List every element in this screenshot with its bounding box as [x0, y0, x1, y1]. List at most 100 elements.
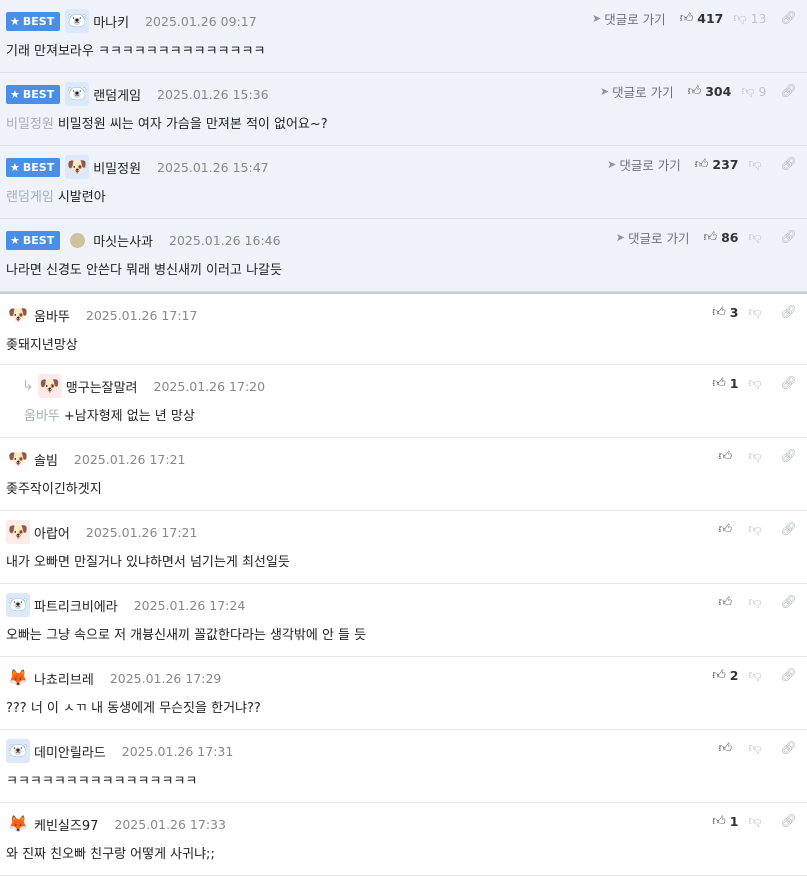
link-icon[interactable]: 🔗︎	[780, 11, 797, 26]
send-arrow-icon: ➤	[591, 11, 602, 25]
mention[interactable]: 움바뚜	[24, 409, 60, 424]
dislike-button[interactable]: 👎︎	[748, 305, 766, 320]
comment-text: ??? 너 이 ㅅㄲ 내 동생에게 무슨짓을 한거냐??	[6, 701, 261, 716]
like-button[interactable]: 👍︎ 237	[695, 157, 739, 172]
like-button[interactable]: 👍︎ 304	[688, 84, 732, 99]
nickname[interactable]: 움바뚜	[34, 306, 70, 325]
avatar[interactable]: 🐶	[37, 374, 62, 398]
nickname[interactable]: 맹구는잘말려	[66, 377, 138, 396]
comment-item: 🐶 솔빔 2025.01.26 17:21 👍︎ 👎︎ 🔗︎ 좆주작이긴하겟지	[0, 438, 807, 511]
dislike-button[interactable]: 👎︎	[748, 595, 766, 610]
avatar[interactable]: 🐻‍❄️	[6, 593, 30, 617]
link-icon[interactable]: 🔗︎	[780, 157, 797, 172]
link-icon[interactable]: 🔗︎	[780, 522, 797, 537]
thumbs-down-icon: 👎︎	[741, 83, 755, 99]
like-count: 1	[729, 375, 739, 391]
avatar[interactable]	[65, 228, 89, 252]
timestamp: 2025.01.26 09:17	[145, 13, 257, 29]
dislike-count: 13	[750, 10, 767, 26]
dislike-button[interactable]: 👎︎	[748, 741, 766, 756]
like-button[interactable]: 👍︎ 3	[712, 305, 738, 320]
thumbs-up-icon: 👍︎	[718, 594, 733, 610]
dislike-button[interactable]: 👎︎ 9	[741, 84, 766, 99]
nickname[interactable]: 비밀정원	[93, 158, 141, 177]
link-icon[interactable]: 🔗︎	[780, 814, 797, 829]
link-icon[interactable]: 🔗︎	[780, 449, 797, 464]
dislike-button[interactable]: 👎︎	[748, 814, 766, 829]
comment-actions: 👍︎ 👎︎ 🔗︎	[718, 446, 797, 466]
comment-actions: 👍︎ 👎︎ 🔗︎	[718, 519, 797, 539]
like-button[interactable]: 👍︎	[718, 449, 738, 464]
mention[interactable]: 랜덤게임	[6, 190, 54, 205]
nickname[interactable]: 파트리크비에라	[34, 596, 118, 615]
dislike-button[interactable]: 👎︎ 13	[733, 11, 766, 26]
thumbs-up-icon: 👍︎	[679, 10, 694, 26]
goto-comment-button[interactable]: ➤ 댓글로 가기	[607, 155, 681, 174]
thumbs-up-icon: 👍︎	[712, 304, 726, 320]
comment-body: ㅋㅋㅋㅋㅋㅋㅋㅋㅋㅋㅋㅋㅋㅋㅋㅋ	[6, 770, 197, 789]
nickname[interactable]: 아랍어	[34, 523, 70, 542]
comment-actions: 👍︎ 3 👎︎ 🔗︎	[712, 302, 797, 322]
nickname[interactable]: 마싯는사과	[93, 231, 153, 250]
comment-item: ★ BEST 🐻‍❄️ 랜덤게임 2025.01.26 15:36 ➤ 댓글로 가기…	[0, 73, 807, 146]
send-arrow-icon: ➤	[599, 84, 610, 98]
like-button[interactable]: 👍︎	[718, 741, 738, 756]
comment-body: 나라면 신경도 안쓴다 뭐래 병신새끼 이러고 나갈듯	[6, 259, 282, 278]
avatar[interactable]: 🦊	[6, 812, 30, 836]
thumbs-down-icon: 👎︎	[748, 594, 762, 610]
comment-item: ↳ 🐶 맹구는잘말려 2025.01.26 17:20 👍︎ 1 👎︎ 🔗︎ 움바…	[0, 365, 807, 438]
mention[interactable]: 비밀정원	[6, 117, 54, 132]
reply-arrow-icon: ↳	[22, 378, 34, 394]
avatar[interactable]: 🐻‍❄️	[65, 82, 90, 106]
avatar[interactable]: 🐻‍❄️	[65, 9, 90, 33]
comment-actions: ➤ 댓글로 가기 👍︎ 304 👎︎ 9 🔗︎	[600, 81, 797, 101]
comment-item: 🐶 아랍어 2025.01.26 17:21 👍︎ 👎︎ 🔗︎ 내가 오빠면 만…	[0, 511, 807, 584]
avatar[interactable]: 🐶	[65, 155, 90, 179]
dislike-button[interactable]: 👎︎	[748, 230, 766, 245]
dislike-button[interactable]: 👎︎	[748, 668, 766, 683]
dislike-button[interactable]: 👎︎	[748, 376, 766, 391]
link-icon[interactable]: 🔗︎	[780, 741, 797, 756]
link-icon[interactable]: 🔗︎	[780, 376, 797, 391]
like-button[interactable]: 👍︎ 417	[680, 11, 724, 26]
comment-header: ★ BEST 마싯는사과 2025.01.26 16:46	[6, 229, 281, 251]
nickname[interactable]: 랜덤게임	[93, 85, 141, 104]
comment-header: 🐻‍❄️ 데미안릴라드 2025.01.26 17:31	[6, 739, 233, 763]
like-button[interactable]: 👍︎ 1	[712, 376, 738, 391]
link-icon[interactable]: 🔗︎	[780, 230, 797, 245]
avatar[interactable]: 🐶	[6, 520, 30, 544]
like-button[interactable]: 👍︎	[718, 522, 738, 537]
link-icon[interactable]: 🔗︎	[780, 595, 797, 610]
avatar[interactable]: 🐶	[6, 303, 30, 327]
thumbs-up-icon: 👍︎	[718, 521, 733, 537]
nickname[interactable]: 마나키	[93, 12, 129, 31]
thumbs-up-icon: 👍︎	[694, 156, 709, 172]
link-icon[interactable]: 🔗︎	[780, 84, 797, 99]
like-button[interactable]: 👍︎ 1	[712, 814, 738, 829]
nickname[interactable]: 솔빔	[34, 450, 58, 469]
goto-comment-label: 댓글로 가기	[604, 11, 666, 27]
like-button[interactable]: 👍︎ 86	[703, 230, 738, 245]
nickname[interactable]: 데미안릴라드	[34, 742, 106, 761]
goto-comment-button[interactable]: ➤ 댓글로 가기	[592, 9, 666, 28]
link-icon[interactable]: 🔗︎	[780, 305, 797, 320]
dislike-button[interactable]: 👎︎	[748, 522, 766, 537]
nickname[interactable]: 케빈실즈97	[34, 815, 98, 834]
dislike-button[interactable]: 👎︎	[748, 157, 766, 172]
link-icon[interactable]: 🔗︎	[780, 668, 797, 683]
avatar[interactable]: 🐶	[6, 447, 30, 471]
avatar[interactable]: 🐻‍❄️	[6, 739, 30, 763]
thumbs-down-icon: 👎︎	[733, 10, 747, 26]
comment-header: 🐶 움바뚜 2025.01.26 17:17	[6, 303, 197, 327]
like-button[interactable]: 👍︎	[718, 595, 738, 610]
send-arrow-icon: ➤	[615, 230, 625, 244]
nickname[interactable]: 나쵸리브레	[34, 669, 94, 688]
dislike-button[interactable]: 👎︎	[748, 449, 766, 464]
comment-header: ★ BEST 🐻‍❄️ 마나키 2025.01.26 09:17	[6, 9, 257, 33]
goto-comment-label: 댓글로 가기	[619, 157, 681, 173]
goto-comment-button[interactable]: ➤ 댓글로 가기	[600, 82, 674, 101]
goto-comment-button[interactable]: ➤ 댓글로 가기	[616, 228, 690, 247]
comment-header: 🦊 나쵸리브레 2025.01.26 17:29	[6, 666, 221, 690]
like-button[interactable]: 👍︎ 2	[712, 668, 738, 683]
avatar[interactable]: 🦊	[6, 666, 30, 690]
